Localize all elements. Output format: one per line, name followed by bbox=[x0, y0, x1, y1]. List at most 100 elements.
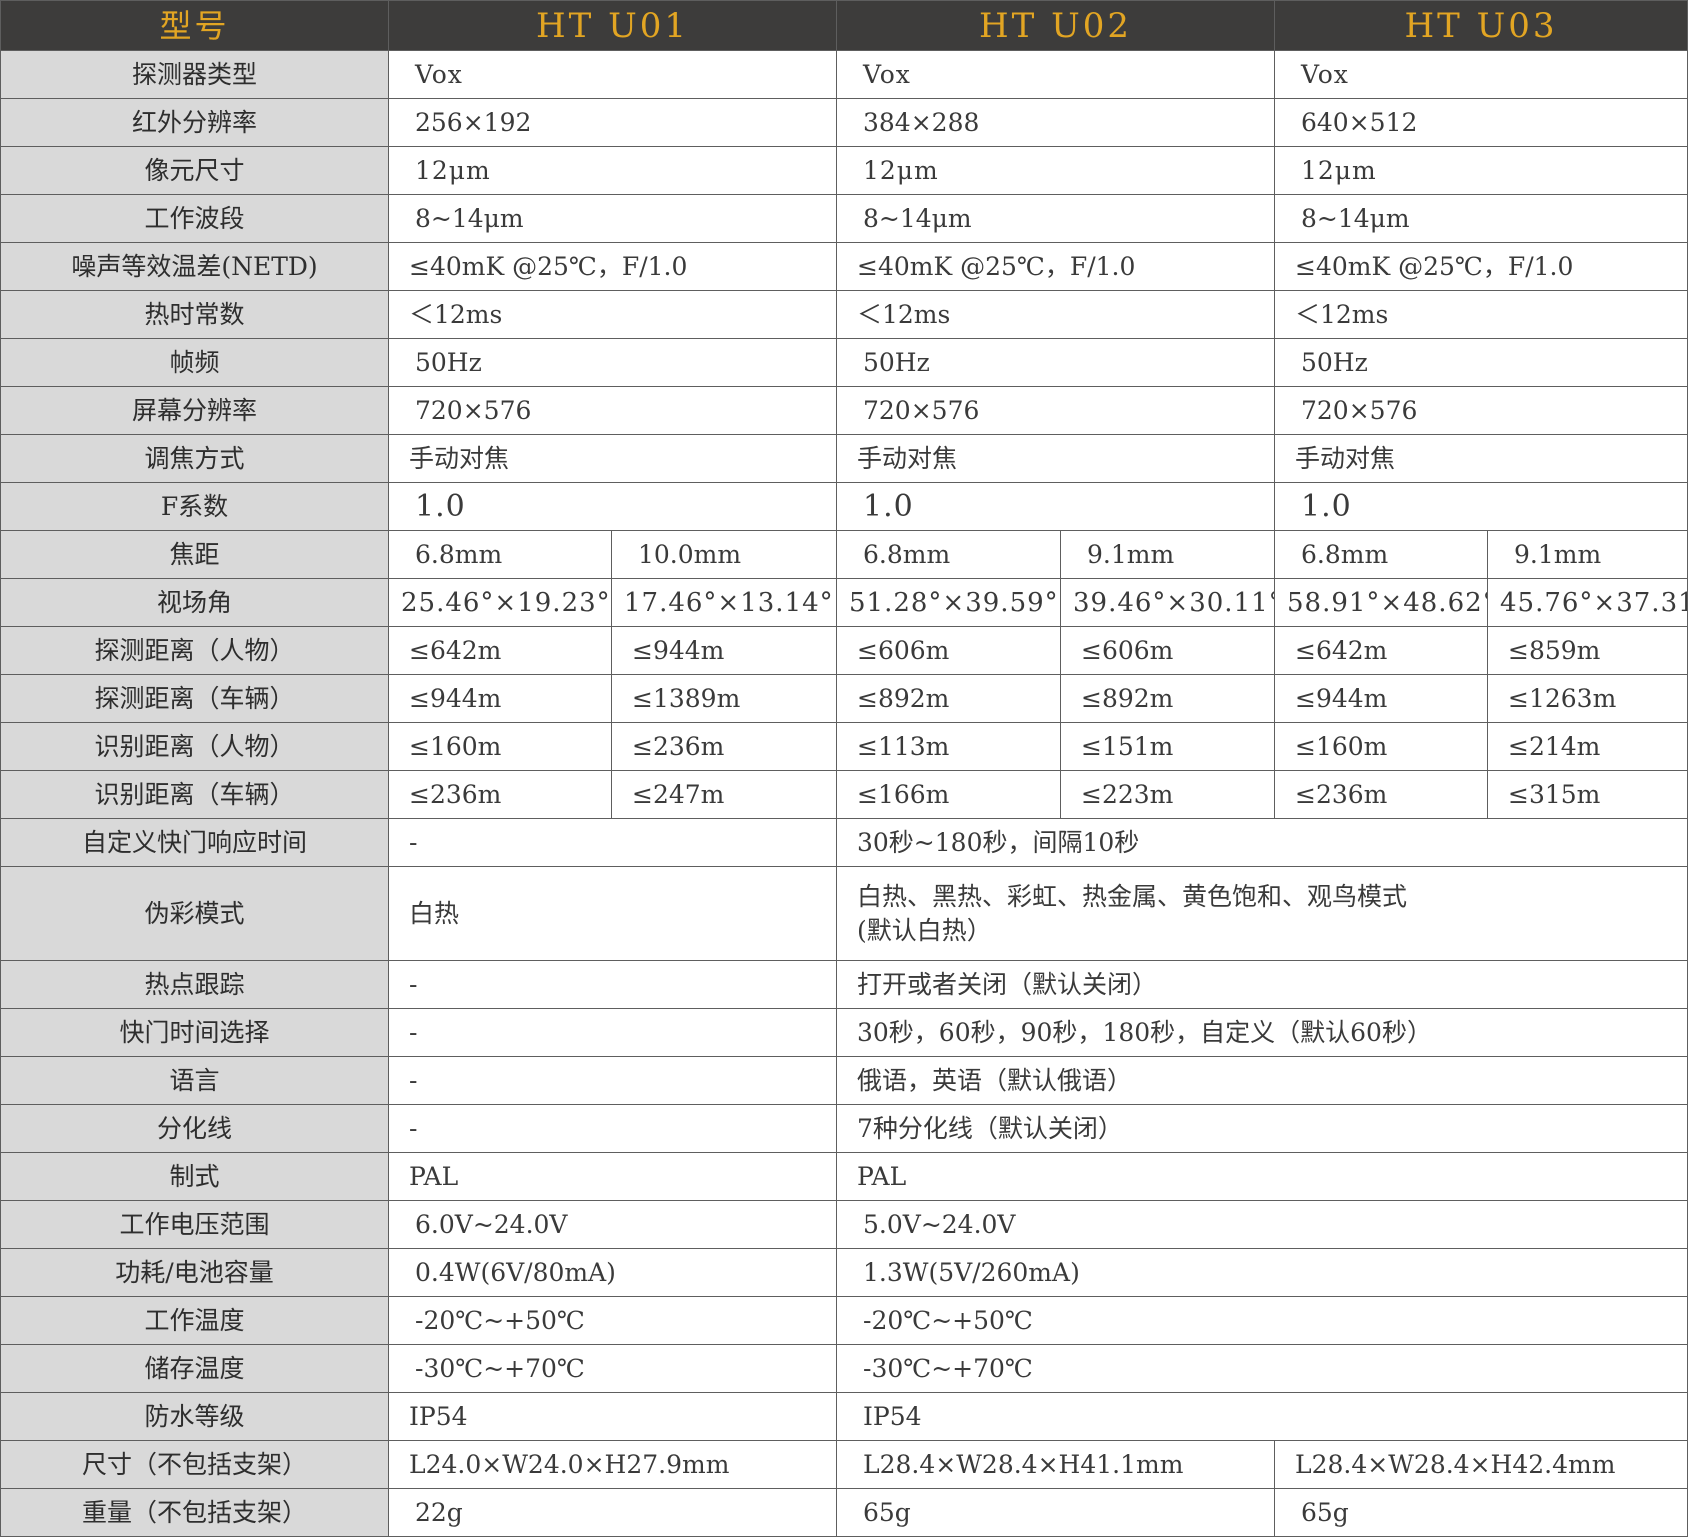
value-u02-u03: 1.3W(5V/260mA) bbox=[836, 1248, 1688, 1297]
row-label: 工作波段 bbox=[0, 194, 389, 243]
value-u02-u03: 30秒，60秒，90秒，180秒，自定义（默认60秒） bbox=[836, 1008, 1688, 1057]
row-label: 快门时间选择 bbox=[0, 1008, 389, 1057]
value-u02-a: 6.8mm bbox=[836, 530, 1061, 579]
row-label: 识别距离（人物） bbox=[0, 722, 389, 771]
value-u01: ＜12ms bbox=[388, 290, 837, 339]
row-label: 制式 bbox=[0, 1152, 389, 1201]
row-shutter-custom: 自定义快门响应时间 - 30秒~180秒，间隔10秒 bbox=[0, 818, 1688, 867]
value-u01: Vox bbox=[388, 50, 837, 99]
value-u02: L28.4×W28.4×H41.1mm bbox=[836, 1440, 1275, 1489]
model-u03-header: HT U03 bbox=[1274, 0, 1688, 51]
row-label: 焦距 bbox=[0, 530, 389, 579]
value-u02: 50Hz bbox=[836, 338, 1275, 387]
row-fov: 视场角 25.46°×19.23° 17.46°×13.14° 51.28°×3… bbox=[0, 578, 1688, 627]
row-operating-temp: 工作温度 -20℃~+50℃ -20℃~+50℃ bbox=[0, 1296, 1688, 1345]
value-u01: ≤40mK @25℃，F/1.0 bbox=[388, 242, 837, 291]
row-label: 热点跟踪 bbox=[0, 960, 389, 1009]
row-label: 语言 bbox=[0, 1056, 389, 1105]
row-shutter-time: 快门时间选择 - 30秒，60秒，90秒，180秒，自定义（默认60秒） bbox=[0, 1008, 1688, 1057]
value-u02-a: 51.28°×39.59° bbox=[836, 578, 1061, 627]
value-u02-b: 9.1mm bbox=[1060, 530, 1275, 579]
value-u01-a: ≤944m bbox=[388, 674, 612, 723]
row-label: 重量（不包括支架） bbox=[0, 1488, 389, 1537]
value-u01-b: 10.0mm bbox=[611, 530, 837, 579]
value-u03-b: ≤214m bbox=[1487, 722, 1688, 771]
value-u01: 6.0V~24.0V bbox=[388, 1200, 837, 1249]
pseudo-color-line-2: (默认白热） bbox=[857, 915, 992, 945]
row-waterproof: 防水等级 IP54 IP54 bbox=[0, 1392, 1688, 1441]
row-size: 尺寸（不包括支架） L24.0×W24.0×H27.9mm L28.4×W28.… bbox=[0, 1440, 1688, 1489]
value-u01-b: ≤247m bbox=[611, 770, 837, 819]
value-u03: ＜12ms bbox=[1274, 290, 1688, 339]
row-label: 识别距离（车辆） bbox=[0, 770, 389, 819]
row-f-number: F系数 1.0 1.0 1.0 bbox=[0, 482, 1688, 531]
value-u03-a: ≤160m bbox=[1274, 722, 1488, 771]
value-u02: 384×288 bbox=[836, 98, 1275, 147]
value-u02-b: 39.46°×30.11° bbox=[1060, 578, 1275, 627]
value-u02-u03: 30秒~180秒，间隔10秒 bbox=[836, 818, 1688, 867]
row-label: 探测距离（人物） bbox=[0, 626, 389, 675]
value-u02-b: ≤223m bbox=[1060, 770, 1275, 819]
value-u01: 720×576 bbox=[388, 386, 837, 435]
value-u01: 1.0 bbox=[388, 482, 837, 531]
value-u01: - bbox=[388, 1008, 837, 1057]
row-label: 热时常数 bbox=[0, 290, 389, 339]
value-u01: 白热 bbox=[388, 866, 837, 961]
pseudo-color-line-1: 白热、黑热、彩虹、热金属、黄色饱和、观鸟模式 bbox=[857, 881, 1408, 911]
value-u02-u03: 打开或者关闭（默认关闭） bbox=[836, 960, 1688, 1009]
row-weight: 重量（不包括支架） 22g 65g 65g bbox=[0, 1488, 1688, 1537]
row-power: 功耗/电池容量 0.4W(6V/80mA) 1.3W(5V/260mA) bbox=[0, 1248, 1688, 1297]
value-u03: 8~14μm bbox=[1274, 194, 1688, 243]
value-u01: 12μm bbox=[388, 146, 837, 195]
spec-table: 型号 HT U01 HT U02 HT U03 探测器类型 Vox Vox Vo… bbox=[0, 0, 1688, 1537]
value-u01: PAL bbox=[388, 1152, 837, 1201]
row-label: 屏幕分辨率 bbox=[0, 386, 389, 435]
row-hotspot-tracking: 热点跟踪 - 打开或者关闭（默认关闭） bbox=[0, 960, 1688, 1009]
row-label: 分化线 bbox=[0, 1104, 389, 1153]
value-u02: ＜12ms bbox=[836, 290, 1275, 339]
model-u02-header: HT U02 bbox=[836, 0, 1275, 51]
row-netd: 噪声等效温差(NETD) ≤40mK @25℃，F/1.0 ≤40mK @25℃… bbox=[0, 242, 1688, 291]
value-u02-a: ≤113m bbox=[836, 722, 1061, 771]
value-u02-u03: 5.0V~24.0V bbox=[836, 1200, 1688, 1249]
value-u03: 手动对焦 bbox=[1274, 434, 1688, 483]
value-u02: 1.0 bbox=[836, 482, 1275, 531]
value-u02-a: ≤606m bbox=[836, 626, 1061, 675]
row-storage-temp: 储存温度 -30℃~+70℃ -30℃~+70℃ bbox=[0, 1344, 1688, 1393]
value-u01: - bbox=[388, 818, 837, 867]
value-u02-a: ≤166m bbox=[836, 770, 1061, 819]
row-time-constant: 热时常数 ＜12ms ＜12ms ＜12ms bbox=[0, 290, 1688, 339]
row-label: F系数 bbox=[0, 482, 389, 531]
row-band: 工作波段 8~14μm 8~14μm 8~14μm bbox=[0, 194, 1688, 243]
value-u01: -20℃~+50℃ bbox=[388, 1296, 837, 1345]
row-identify-person: 识别距离（人物） ≤160m ≤236m ≤113m ≤151m ≤160m ≤… bbox=[0, 722, 1688, 771]
value-u01: - bbox=[388, 1056, 837, 1105]
row-label: 储存温度 bbox=[0, 1344, 389, 1393]
value-u01: IP54 bbox=[388, 1392, 837, 1441]
row-language: 语言 - 俄语，英语（默认俄语） bbox=[0, 1056, 1688, 1105]
value-u03-a: 6.8mm bbox=[1274, 530, 1488, 579]
row-label: 工作温度 bbox=[0, 1296, 389, 1345]
value-u03-a: ≤236m bbox=[1274, 770, 1488, 819]
value-u03-b: ≤315m bbox=[1487, 770, 1688, 819]
row-video-format: 制式 PAL PAL bbox=[0, 1152, 1688, 1201]
value-u01: 256×192 bbox=[388, 98, 837, 147]
value-u01: -30℃~+70℃ bbox=[388, 1344, 837, 1393]
row-frame-rate: 帧频 50Hz 50Hz 50Hz bbox=[0, 338, 1688, 387]
value-u03: 65g bbox=[1274, 1488, 1688, 1537]
value-u02-u03: -20℃~+50℃ bbox=[836, 1296, 1688, 1345]
value-u01-b: ≤236m bbox=[611, 722, 837, 771]
value-u02-b: ≤151m bbox=[1060, 722, 1275, 771]
header-row: 型号 HT U01 HT U02 HT U03 bbox=[0, 0, 1688, 51]
model-u01-header: HT U01 bbox=[388, 0, 837, 51]
value-u03-b: ≤859m bbox=[1487, 626, 1688, 675]
row-label: 自定义快门响应时间 bbox=[0, 818, 389, 867]
row-label: 帧频 bbox=[0, 338, 389, 387]
value-u03: 50Hz bbox=[1274, 338, 1688, 387]
value-u03: 12μm bbox=[1274, 146, 1688, 195]
row-label: 像元尺寸 bbox=[0, 146, 389, 195]
value-u03-a: 58.91°×48.62° bbox=[1274, 578, 1488, 627]
row-label: 功耗/电池容量 bbox=[0, 1248, 389, 1297]
row-identify-vehicle: 识别距离（车辆） ≤236m ≤247m ≤166m ≤223m ≤236m ≤… bbox=[0, 770, 1688, 819]
value-u02: 720×576 bbox=[836, 386, 1275, 435]
